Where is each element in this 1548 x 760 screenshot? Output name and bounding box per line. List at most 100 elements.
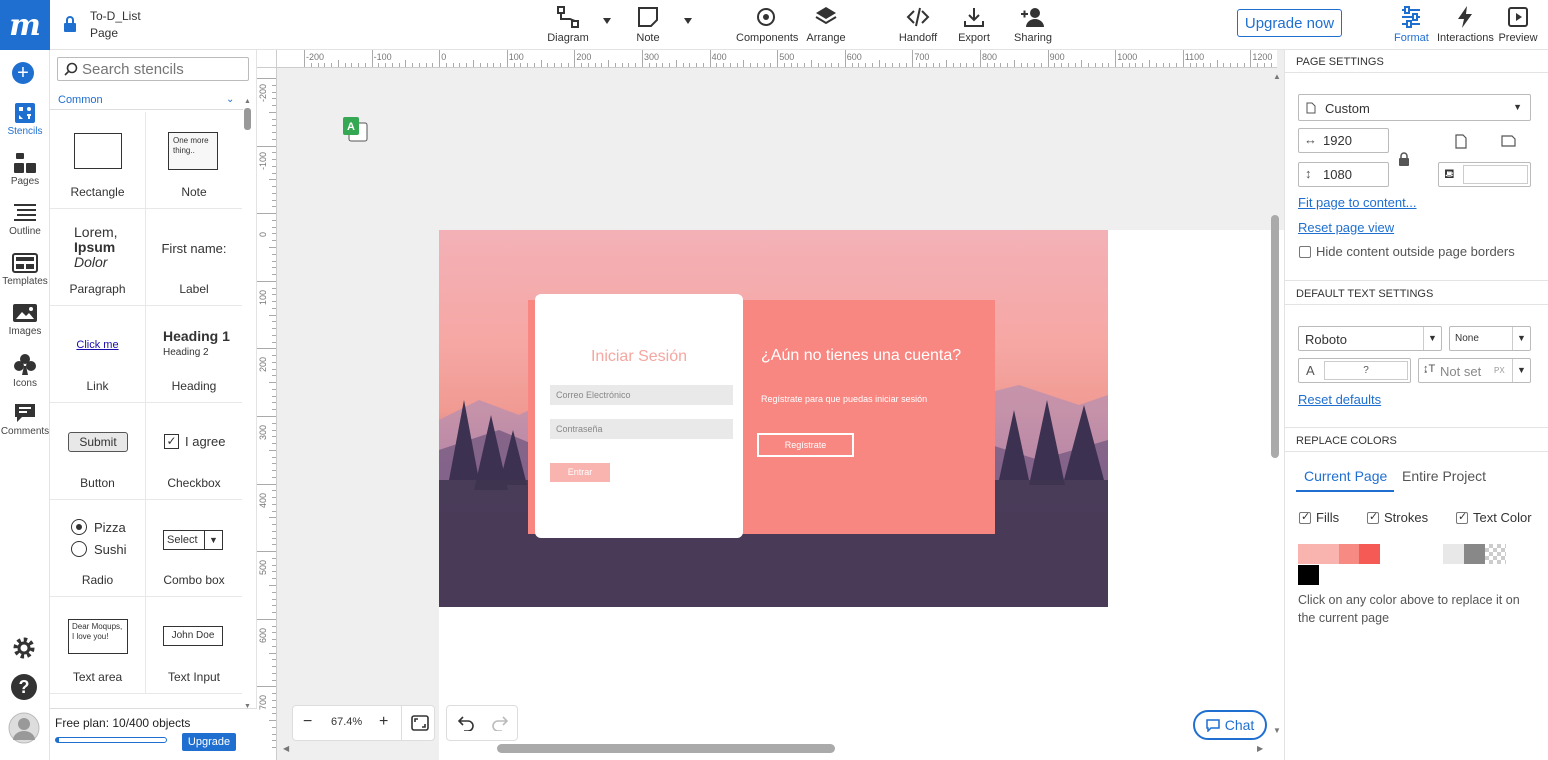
- rail-pages[interactable]: Pages: [0, 152, 50, 187]
- rail-outline[interactable]: Outline: [0, 202, 50, 237]
- zoom-out-icon[interactable]: −: [303, 713, 312, 731]
- horizontal-scrollbar[interactable]: [497, 744, 835, 753]
- landscape-icon[interactable]: [1501, 135, 1516, 147]
- chat-button[interactable]: Chat: [1193, 710, 1267, 740]
- color-swatch[interactable]: [1339, 544, 1359, 564]
- category-label[interactable]: Common: [58, 94, 103, 106]
- add-icon[interactable]: +: [12, 62, 34, 84]
- line-height-input[interactable]: ↨T Not set PX ▼: [1418, 358, 1531, 383]
- zoom-in-icon[interactable]: +: [379, 713, 388, 731]
- note-dropdown-icon[interactable]: [684, 18, 692, 24]
- tab-entire-project[interactable]: Entire Project: [1402, 468, 1486, 484]
- avatar-icon[interactable]: [8, 712, 40, 744]
- text-color-checkbox[interactable]: [1456, 510, 1468, 524]
- arrange-button[interactable]: Arrange: [806, 5, 846, 44]
- page-background-color[interactable]: ⛾: [1438, 162, 1531, 187]
- email-field[interactable]: Correo Electrónico: [550, 385, 733, 405]
- stencil-heading[interactable]: Heading 1 Heading 2 Heading: [146, 306, 242, 403]
- background-image[interactable]: Iniciar Sesión Correo Electrónico Contra…: [439, 230, 1108, 607]
- stencil-rectangle[interactable]: Rectangle: [50, 112, 146, 209]
- reset-view-link[interactable]: Reset page view: [1298, 220, 1394, 235]
- rail-templates[interactable]: Templates: [0, 252, 50, 287]
- enter-button[interactable]: Entrar: [550, 463, 610, 482]
- fills-checkbox[interactable]: [1299, 510, 1311, 524]
- strokes-checkbox[interactable]: [1367, 510, 1379, 524]
- page-width-input[interactable]: ↔ 1920: [1298, 128, 1389, 153]
- stencil-textarea[interactable]: Dear Moqups, I love you! Text area: [50, 597, 146, 694]
- diagram-dropdown-icon[interactable]: [603, 18, 611, 24]
- canvas[interactable]: -200 -100 0 100 200 300 400 500 600 700 800 900 1000…: [257, 50, 1284, 760]
- hide-outside-checkbox[interactable]: [1299, 246, 1311, 258]
- interactions-tab[interactable]: Interactions: [1437, 5, 1494, 44]
- reset-defaults-link[interactable]: Reset defaults: [1298, 392, 1381, 407]
- stencil-textinput[interactable]: John Doe Text Input: [146, 597, 242, 694]
- fit-page-link[interactable]: Fit page to content...: [1298, 195, 1417, 210]
- font-size-input[interactable]: A ?: [1298, 358, 1411, 383]
- project-info[interactable]: To-D_List Page: [90, 8, 141, 42]
- format-label: Format: [1394, 32, 1429, 44]
- paint-bucket-icon: ⛾: [1444, 166, 1455, 181]
- stencil-combobox[interactable]: Select ▼ Combo box: [146, 500, 242, 597]
- scroll-left-icon[interactable]: ◀: [283, 744, 289, 753]
- gear-icon[interactable]: [12, 636, 36, 660]
- rail-stencils[interactable]: Stencils: [0, 102, 50, 137]
- scroll-up-icon[interactable]: ▲: [1273, 72, 1281, 81]
- stencil-radio[interactable]: Pizza Sushi Radio: [50, 500, 146, 597]
- signup-button[interactable]: Regístrate: [757, 433, 854, 457]
- page-height-input[interactable]: ↕ 1080: [1298, 162, 1389, 187]
- portrait-icon[interactable]: [1455, 134, 1467, 149]
- stencil-search[interactable]: [57, 57, 249, 81]
- translate-icon[interactable]: A: [342, 116, 369, 143]
- undo-icon[interactable]: [458, 715, 474, 731]
- font-family-select[interactable]: Roboto ▼: [1298, 326, 1442, 351]
- diagram-button[interactable]: Diagram: [547, 5, 589, 44]
- chevron-down-icon[interactable]: ⌄: [226, 94, 234, 105]
- rail-stencils-label: Stencils: [7, 126, 43, 137]
- rail-images[interactable]: Images: [0, 302, 50, 337]
- lock-icon[interactable]: [1398, 152, 1410, 166]
- stencil-scrollbar[interactable]: ▲ ▼: [244, 98, 251, 710]
- color-swatch[interactable]: [1298, 544, 1339, 564]
- lock-icon[interactable]: [63, 16, 77, 32]
- tab-current-page[interactable]: Current Page: [1304, 468, 1387, 484]
- transparent-swatch[interactable]: [1485, 544, 1506, 564]
- rail-comments[interactable]: Comments: [0, 402, 50, 437]
- fit-screen-icon[interactable]: [411, 715, 429, 731]
- app-logo[interactable]: m: [0, 0, 50, 50]
- password-field[interactable]: Contraseña: [550, 419, 733, 439]
- stencil-checkbox[interactable]: ✓ I agree Checkbox: [146, 403, 242, 500]
- color-swatch[interactable]: [1422, 544, 1443, 564]
- rail-icons[interactable]: Icons: [0, 352, 50, 389]
- export-button[interactable]: Export: [957, 5, 991, 44]
- plan-upgrade-button[interactable]: Upgrade: [182, 733, 236, 751]
- scroll-down-icon[interactable]: ▼: [1273, 726, 1281, 735]
- sharing-button[interactable]: Sharing: [1014, 5, 1052, 44]
- scroll-right-icon[interactable]: ▶: [1257, 744, 1263, 753]
- stencil-button[interactable]: Submit Button: [50, 403, 146, 500]
- color-swatch[interactable]: [1443, 544, 1464, 564]
- search-input[interactable]: [82, 61, 242, 78]
- font-style-select[interactable]: None ▼: [1449, 326, 1531, 351]
- heading-preview: Heading 1 Heading 2: [163, 328, 230, 358]
- redo-icon[interactable]: [492, 715, 508, 731]
- color-swatch[interactable]: [1464, 544, 1485, 564]
- rail-templates-label: Templates: [2, 276, 48, 287]
- note-button[interactable]: Note: [633, 5, 663, 44]
- components-button[interactable]: Components: [736, 5, 798, 44]
- help-icon[interactable]: ?: [10, 673, 38, 701]
- handoff-button[interactable]: Handoff: [898, 5, 938, 44]
- rail-images-label: Images: [8, 326, 42, 337]
- stencil-paragraph[interactable]: Lorem, Ipsum Dolor Paragraph: [50, 209, 146, 306]
- preview-tab[interactable]: Preview: [1498, 5, 1538, 44]
- stencil-link[interactable]: Click me Link: [50, 306, 146, 403]
- stencil-label-item[interactable]: First name: Label: [146, 209, 242, 306]
- page-size-select[interactable]: Custom ▼: [1298, 94, 1531, 121]
- zoom-level[interactable]: 67.4%: [331, 716, 362, 728]
- color-swatch[interactable]: [1298, 565, 1319, 585]
- format-tab[interactable]: Format: [1394, 5, 1429, 44]
- color-swatch[interactable]: [1359, 544, 1380, 564]
- vertical-scrollbar[interactable]: [1271, 215, 1279, 458]
- color-swatch[interactable]: [1380, 544, 1422, 564]
- upgrade-now-button[interactable]: Upgrade now: [1237, 9, 1342, 37]
- stencil-note[interactable]: One more thing.. Note: [146, 112, 242, 209]
